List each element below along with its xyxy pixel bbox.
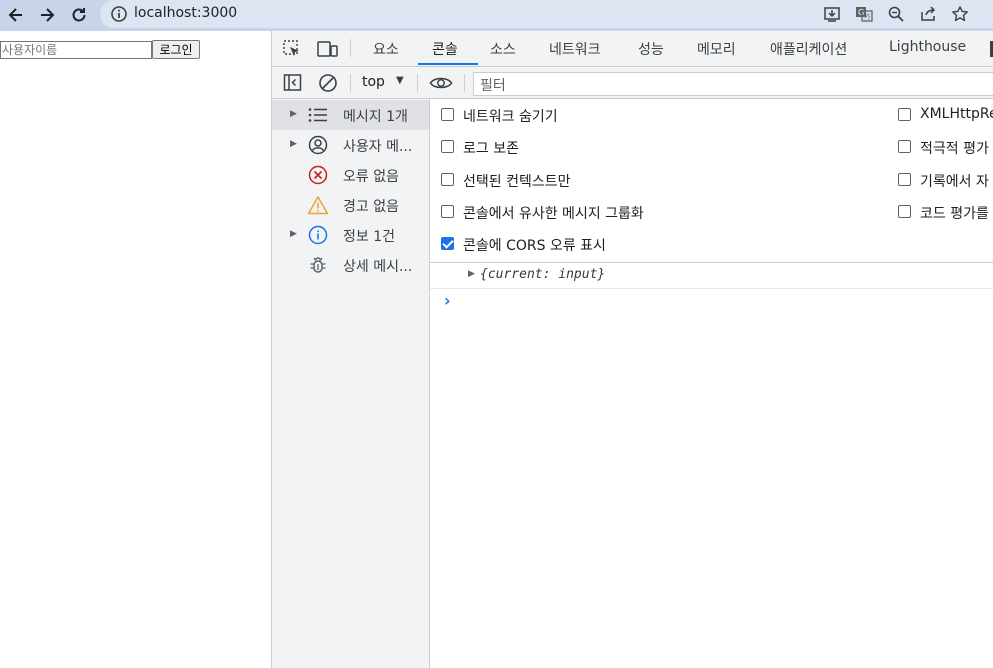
clear-console-icon[interactable]	[318, 73, 338, 97]
setting-label: 코드 평가를	[920, 206, 989, 222]
checkbox[interactable]	[898, 205, 911, 218]
tab-performance[interactable]: 성능	[638, 39, 664, 59]
user-icon	[307, 134, 329, 156]
share-icon[interactable]	[918, 4, 938, 24]
checkbox[interactable]	[898, 173, 911, 186]
checkbox[interactable]	[898, 108, 911, 121]
reload-icon	[72, 8, 86, 22]
log-object-text[interactable]: {current: input}	[480, 267, 605, 282]
page-content: 로그인	[0, 31, 271, 668]
console-toolbar: top ▼ 필터	[272, 67, 993, 99]
sidebar-item-label: 사용자 메...	[343, 139, 413, 155]
back-button[interactable]	[4, 3, 28, 27]
checkbox[interactable]	[441, 108, 454, 121]
setting-label: 기록에서 자	[920, 174, 989, 190]
forward-button[interactable]	[35, 3, 59, 27]
console-prompt-icon[interactable]: ›	[444, 291, 451, 310]
checkbox[interactable]	[898, 140, 911, 153]
tab-lighthouse[interactable]: Lighthouse	[889, 39, 966, 55]
tab-network[interactable]: 네트워크	[549, 39, 601, 59]
devtools-panel: 요소 콘솔 소스 네트워크 성능 메모리 애플리케이션 Lighthouse t…	[271, 31, 993, 668]
tab-elements[interactable]: 요소	[373, 39, 399, 59]
sidebar-toggle-icon[interactable]	[283, 73, 302, 96]
bug-icon	[307, 254, 329, 276]
translate-icon[interactable]: G가	[854, 4, 874, 24]
sidebar-item-warnings[interactable]: 경고 없음	[272, 190, 429, 220]
expand-caret-icon[interactable]: ▶	[290, 139, 297, 149]
expand-object-icon[interactable]: ▶	[468, 269, 475, 279]
zoom-icon[interactable]	[886, 4, 906, 24]
site-info-icon[interactable]	[110, 5, 128, 27]
console-sidebar: ▶ 메시지 1개 ▶ 사용자 메... 오류 없음 경고 없음 ▶ 정보 1건 …	[272, 99, 430, 668]
checkbox[interactable]	[441, 173, 454, 186]
tab-application[interactable]: 애플리케이션	[770, 39, 847, 59]
bookmark-star-icon[interactable]	[950, 4, 970, 24]
device-toolbar-icon[interactable]	[317, 39, 339, 63]
sidebar-item-info[interactable]: ▶ 정보 1건	[272, 220, 429, 250]
setting-label: 콘솔에서 유사한 메시지 그룹화	[463, 206, 644, 222]
sidebar-item-label: 경고 없음	[343, 199, 399, 215]
sidebar-item-verbose[interactable]: 상세 메시...	[272, 250, 429, 280]
tab-console[interactable]: 콘솔	[432, 39, 458, 59]
list-icon	[307, 104, 329, 126]
sidebar-item-messages[interactable]: ▶ 메시지 1개	[272, 100, 429, 130]
setting-label: 네트워크 숨기기	[463, 109, 558, 125]
svg-text:가: 가	[864, 12, 871, 21]
context-selector[interactable]: top	[362, 74, 385, 90]
address-bar[interactable]: localhost:3000 G가	[100, 0, 993, 28]
back-arrow-icon	[8, 8, 22, 22]
devtools-tab-bar: 요소 콘솔 소스 네트워크 성능 메모리 애플리케이션 Lighthouse	[272, 31, 993, 67]
setting-label: 로그 보존	[463, 141, 519, 157]
expand-caret-icon[interactable]: ▶	[290, 229, 297, 239]
tab-memory[interactable]: 메모리	[697, 39, 736, 59]
sidebar-item-label: 메시지 1개	[343, 109, 408, 125]
setting-label: 콘솔에 CORS 오류 표시	[463, 238, 606, 254]
install-icon[interactable]	[822, 4, 842, 24]
inspect-element-icon[interactable]	[282, 39, 302, 63]
username-input[interactable]	[0, 41, 152, 59]
browser-toolbar: localhost:3000 G가	[0, 0, 993, 31]
filter-placeholder: 필터	[480, 78, 506, 94]
expand-caret-icon[interactable]: ▶	[290, 109, 297, 119]
checkbox-checked[interactable]	[441, 237, 454, 250]
url-text: localhost:3000	[134, 5, 238, 21]
sidebar-item-errors[interactable]: 오류 없음	[272, 160, 429, 190]
console-main: 네트워크 숨기기 로그 보존 선택된 컨텍스트만 콘솔에서 유사한 메시지 그룹…	[430, 99, 993, 668]
sidebar-item-label: 정보 1건	[343, 229, 395, 245]
error-icon	[307, 164, 329, 186]
console-log-entry[interactable]: ▶ {current: input}	[430, 263, 993, 289]
checkbox[interactable]	[441, 140, 454, 153]
setting-label: 선택된 컨텍스트만	[463, 174, 571, 190]
forward-arrow-icon	[41, 8, 55, 22]
active-tab-indicator	[418, 63, 478, 65]
filter-input[interactable]: 필터	[473, 72, 993, 96]
sidebar-item-label: 상세 메시...	[343, 259, 413, 275]
info-icon	[307, 224, 329, 246]
tab-sources[interactable]: 소스	[490, 39, 516, 59]
live-expression-eye-icon[interactable]	[429, 73, 453, 97]
context-dropdown-icon[interactable]: ▼	[396, 75, 404, 86]
setting-label: 적극적 평가	[920, 141, 989, 157]
checkbox[interactable]	[441, 205, 454, 218]
reload-button[interactable]	[67, 3, 91, 27]
login-button[interactable]: 로그인	[152, 40, 200, 59]
console-settings: 네트워크 숨기기 로그 보존 선택된 컨텍스트만 콘솔에서 유사한 메시지 그룹…	[430, 99, 993, 263]
sidebar-item-user-messages[interactable]: ▶ 사용자 메...	[272, 130, 429, 160]
setting-label: XMLHttpRe	[920, 106, 993, 122]
warning-icon	[307, 194, 329, 216]
sidebar-item-label: 오류 없음	[343, 169, 399, 185]
